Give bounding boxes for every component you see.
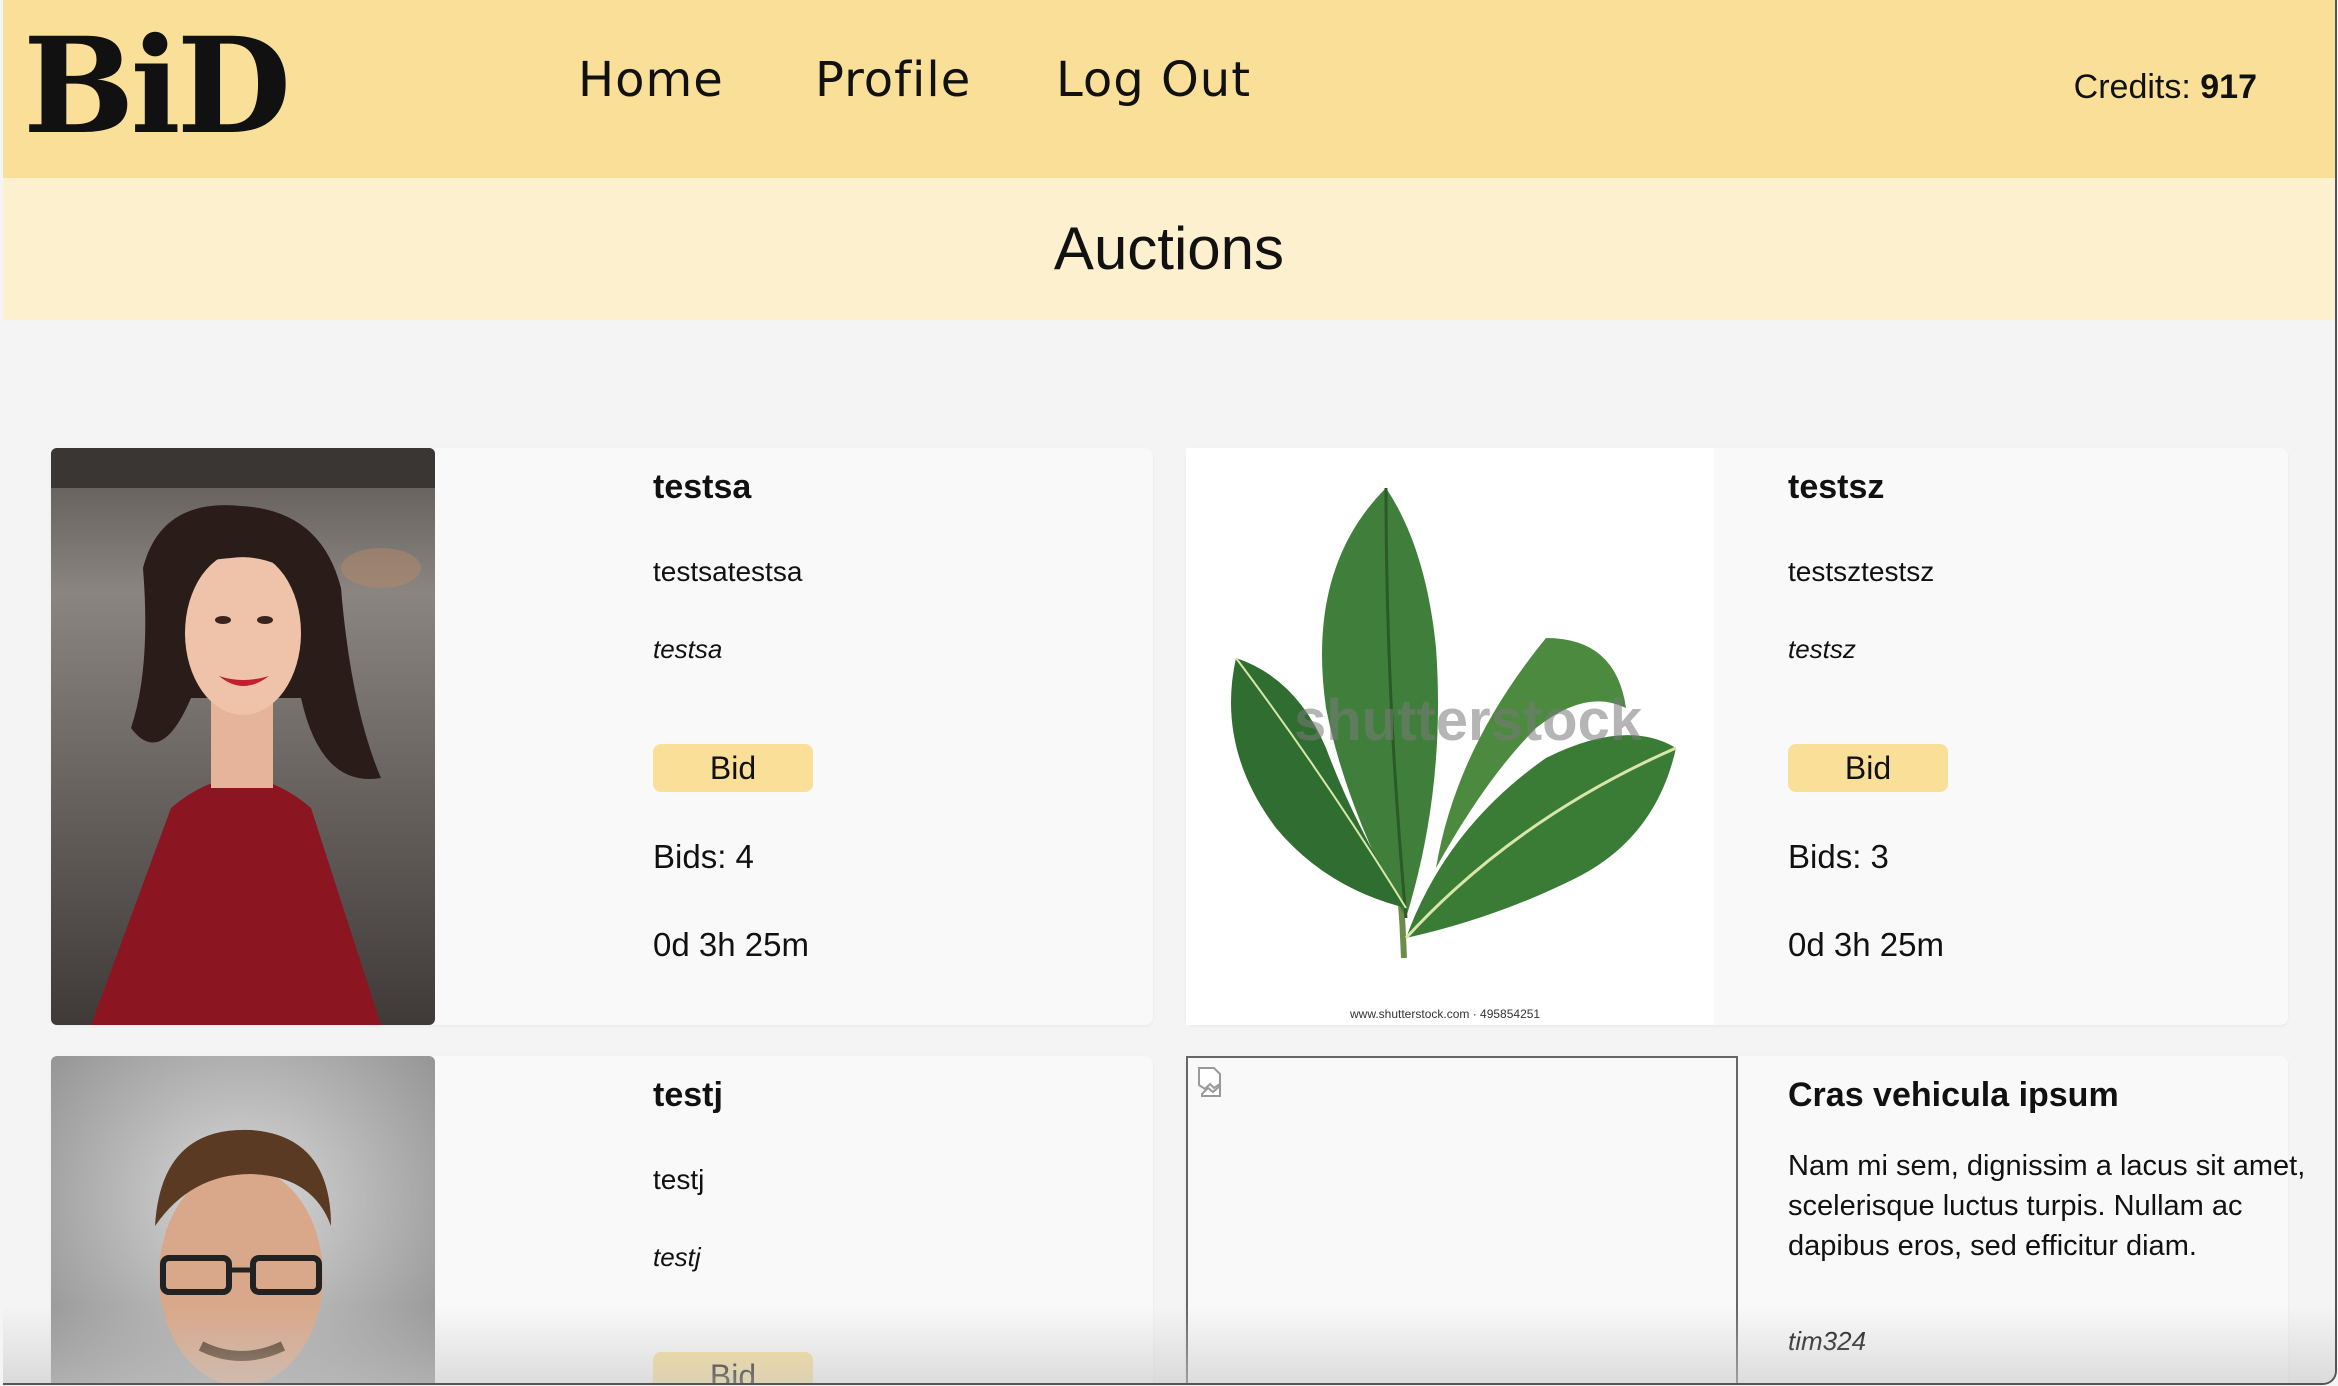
page-title-bar: Auctions — [3, 178, 2335, 320]
time-remaining: 0d 3h 25m — [653, 926, 809, 963]
auction-description: testsatestsa — [653, 556, 803, 587]
auction-seller: testsa — [653, 634, 723, 664]
auction-title: testsa — [653, 468, 752, 506]
top-navbar: BiD Home Profile Log Out Credits: 917 — [3, 0, 2335, 178]
auction-image-broken — [1186, 1056, 1738, 1383]
credits-display: Credits: 917 — [2074, 68, 2257, 107]
auction-card: Cras vehicula ipsum Nam mi sem, dignissi… — [1186, 1056, 2305, 1383]
bid-button[interactable]: Bid — [653, 1352, 813, 1383]
auction-title: Cras vehicula ipsum — [1788, 1076, 2119, 1114]
auction-image-woman — [51, 448, 435, 1025]
bids-count: Bids: 3 — [1788, 838, 1889, 875]
auction-image-man — [51, 1056, 435, 1383]
bid-button[interactable]: Bid — [653, 744, 813, 792]
nav-profile-link[interactable]: Profile — [815, 52, 971, 108]
auction-card: testsa testsatestsa testsa Bid Bids: 4 0… — [51, 448, 1153, 1025]
page-title: Auctions — [1053, 215, 1285, 282]
auction-description: Nam mi sem, dignissim a lacus sit amet, … — [1788, 1150, 2306, 1262]
auction-seller: tim324 — [1788, 1326, 1867, 1356]
credits-value: 917 — [2200, 68, 2257, 106]
credits-label: Credits: — [2073, 68, 2191, 106]
auction-card: testj testj testj Bid — [51, 1056, 1153, 1383]
watermark-caption: www.shutterstock.com · 495854251 — [1349, 1007, 1540, 1021]
auction-title: testj — [653, 1076, 723, 1114]
time-remaining: 0d 3h 25m — [1788, 926, 1944, 963]
auction-seller: testj — [653, 1242, 701, 1272]
auction-title: testsz — [1788, 468, 1885, 506]
bid-button[interactable]: Bid — [1788, 744, 1948, 792]
auction-seller: testsz — [1788, 634, 1856, 664]
browser-viewport: BiD Home Profile Log Out Credits: 917 Au… — [3, 0, 2337, 1385]
auction-description: testsztestsz — [1788, 556, 1935, 587]
nav-home-link[interactable]: Home — [578, 52, 724, 108]
auction-image-plant: shutterstock www.shutterstock.com · 4958… — [1186, 448, 1714, 1025]
watermark-text: shutterstock — [1294, 688, 1643, 753]
broken-image-icon — [1198, 1067, 1221, 1097]
bid-logo[interactable]: BiD — [23, 21, 291, 153]
bids-count: Bids: 4 — [653, 838, 754, 875]
auction-card: shutterstock www.shutterstock.com · 4958… — [1186, 448, 2288, 1025]
auction-description: testj — [653, 1164, 705, 1195]
nav-logout-link[interactable]: Log Out — [1056, 52, 1251, 108]
